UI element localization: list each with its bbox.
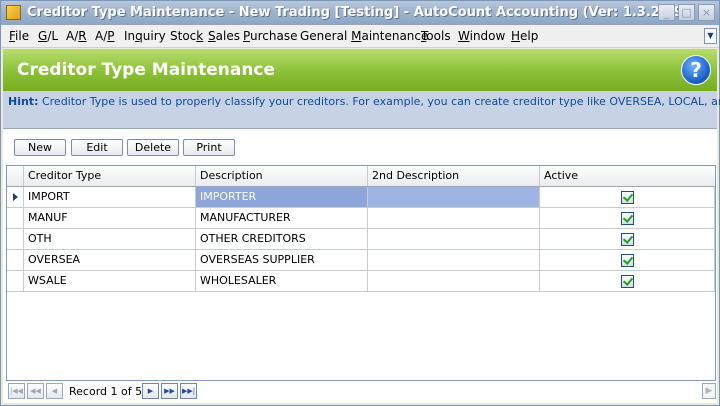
cell-description[interactable]: OTHER CREDITORS bbox=[196, 229, 368, 250]
cell-2nd-description[interactable] bbox=[368, 229, 540, 250]
menu-purchase[interactable]: Purchase bbox=[243, 29, 298, 43]
row-indicator bbox=[7, 271, 24, 292]
cell-2nd-description[interactable] bbox=[368, 208, 540, 229]
hint-message: Creditor Type is used to properly classi… bbox=[38, 95, 720, 108]
next-page-icon[interactable]: ▶▶ bbox=[161, 383, 178, 399]
cell-creditor-type[interactable]: WSALE bbox=[24, 271, 196, 292]
cell-active[interactable] bbox=[540, 271, 715, 292]
app-window: Creditor Type Maintenance - New Trading … bbox=[0, 0, 720, 406]
menu-ar[interactable]: A/R bbox=[66, 29, 87, 43]
menu-window[interactable]: Window bbox=[458, 29, 505, 43]
help-icon[interactable]: ? bbox=[681, 55, 711, 85]
active-checkbox[interactable] bbox=[621, 212, 634, 225]
last-record-icon[interactable]: ▶▶| bbox=[180, 383, 197, 399]
cell-description[interactable]: IMPORTER bbox=[196, 187, 368, 208]
new-button[interactable]: New bbox=[14, 139, 66, 156]
active-checkbox[interactable] bbox=[621, 275, 634, 288]
next-record-icon[interactable]: ▶ bbox=[142, 383, 159, 399]
edit-button[interactable]: Edit bbox=[71, 139, 123, 156]
menu-stock[interactable]: Stock bbox=[170, 29, 203, 43]
cell-active[interactable] bbox=[540, 250, 715, 271]
menu-inquiry[interactable]: Inquiry bbox=[124, 29, 166, 43]
hint-label: Hint: bbox=[8, 95, 39, 108]
hint-text: Hint: Creditor Type is used to properly … bbox=[8, 95, 720, 108]
creditor-type-grid: Creditor Type Description 2nd Descriptio… bbox=[6, 165, 716, 381]
menu-overflow-chevron-icon[interactable]: ▼ bbox=[704, 28, 717, 44]
previous-record-icon[interactable]: ◀ bbox=[46, 383, 63, 399]
table-row[interactable]: OVERSEA OVERSEAS SUPPLIER bbox=[7, 250, 715, 271]
cell-2nd-description[interactable] bbox=[368, 271, 540, 292]
row-indicator bbox=[7, 187, 24, 208]
window-title: Creditor Type Maintenance - New Trading … bbox=[27, 5, 689, 20]
maximize-button[interactable]: □ bbox=[678, 4, 695, 21]
cell-2nd-description[interactable] bbox=[368, 187, 540, 208]
table-row[interactable]: OTH OTHER CREDITORS bbox=[7, 229, 715, 250]
grid-header: Creditor Type Description 2nd Descriptio… bbox=[7, 166, 715, 187]
cell-description[interactable]: OVERSEAS SUPPLIER bbox=[196, 250, 368, 271]
previous-page-icon[interactable]: ◀◀ bbox=[27, 383, 44, 399]
title-bar[interactable]: Creditor Type Maintenance - New Trading … bbox=[1, 1, 719, 25]
menu-ap[interactable]: A/P bbox=[95, 29, 115, 43]
menu-gl[interactable]: G/L bbox=[38, 29, 58, 43]
page-title: Creditor Type Maintenance bbox=[17, 60, 276, 80]
column-header-creditor-type[interactable]: Creditor Type bbox=[24, 166, 196, 186]
column-header-2nd-description[interactable]: 2nd Description bbox=[368, 166, 540, 186]
table-row[interactable]: MANUF MANUFACTURER bbox=[7, 208, 715, 229]
active-checkbox[interactable] bbox=[621, 191, 634, 204]
menu-bar: File G/L A/R A/P Inquiry Stock Sales Pur… bbox=[1, 25, 719, 48]
cell-description[interactable]: MANUFACTURER bbox=[196, 208, 368, 229]
close-button[interactable]: × bbox=[698, 4, 715, 21]
record-navigator: |◀◀ ◀◀ ◀ Record 1 of 5 ▶ ▶▶ ▶▶| ▶ bbox=[8, 382, 718, 402]
table-row[interactable]: WSALE WHOLESALER bbox=[7, 271, 715, 292]
menu-sales[interactable]: Sales bbox=[208, 29, 240, 43]
menu-general-maintenance[interactable]: General Maintenance bbox=[300, 29, 428, 43]
table-row[interactable]: IMPORT IMPORTER bbox=[7, 187, 715, 208]
menu-help[interactable]: Help bbox=[511, 29, 538, 43]
row-indicator-header bbox=[7, 166, 24, 186]
first-record-icon[interactable]: |◀◀ bbox=[8, 383, 25, 399]
cell-active[interactable] bbox=[540, 229, 715, 250]
active-checkbox[interactable] bbox=[621, 233, 634, 246]
cell-description[interactable]: WHOLESALER bbox=[196, 271, 368, 292]
cell-active[interactable] bbox=[540, 208, 715, 229]
column-header-active[interactable]: Active bbox=[540, 166, 715, 186]
menu-file[interactable]: File bbox=[9, 29, 29, 43]
cell-creditor-type[interactable]: MANUF bbox=[24, 208, 196, 229]
app-icon bbox=[6, 5, 21, 20]
content-area: New Edit Delete Print Creditor Type Desc… bbox=[3, 129, 717, 403]
row-indicator bbox=[7, 208, 24, 229]
hint-panel: Hint: Creditor Type is used to properly … bbox=[3, 91, 720, 129]
print-button[interactable]: Print bbox=[183, 139, 235, 156]
record-position-text: Record 1 of 5 bbox=[69, 385, 143, 398]
cell-active[interactable] bbox=[540, 187, 715, 208]
active-checkbox[interactable] bbox=[621, 254, 634, 267]
minimize-button[interactable]: _ bbox=[658, 4, 675, 21]
current-row-arrow-icon bbox=[13, 193, 18, 201]
cell-creditor-type[interactable]: IMPORT bbox=[24, 187, 196, 208]
cell-creditor-type[interactable]: OVERSEA bbox=[24, 250, 196, 271]
row-indicator bbox=[7, 229, 24, 250]
navigator-end-icon[interactable]: ▶ bbox=[702, 383, 716, 399]
page-header: Creditor Type Maintenance ? bbox=[3, 49, 717, 91]
column-header-description[interactable]: Description bbox=[196, 166, 368, 186]
delete-button[interactable]: Delete bbox=[127, 139, 179, 156]
cell-creditor-type[interactable]: OTH bbox=[24, 229, 196, 250]
cell-2nd-description[interactable] bbox=[368, 250, 540, 271]
menu-tools[interactable]: Tools bbox=[421, 29, 451, 43]
row-indicator bbox=[7, 250, 24, 271]
